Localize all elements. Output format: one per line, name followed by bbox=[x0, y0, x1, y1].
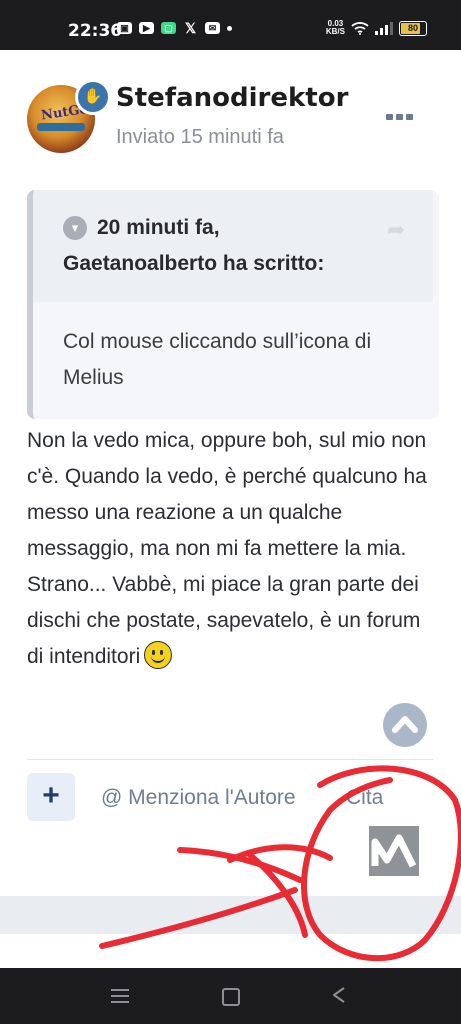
wifi-icon bbox=[351, 22, 369, 35]
battery-level: 80 bbox=[407, 22, 418, 33]
green-app-icon: ▢ bbox=[161, 22, 176, 34]
post-body: Non la vedo mica, oppure boh, sul mio no… bbox=[27, 423, 437, 675]
hand-icon: ✋ bbox=[75, 79, 111, 115]
signal-icon bbox=[375, 21, 393, 35]
system-icons: 0.03 KB/S 80 bbox=[326, 20, 427, 36]
mail-icon: ✉ bbox=[205, 22, 220, 34]
notification-icons: ▣ ▶ ▢ 𝕏 ✉ bbox=[117, 20, 232, 36]
status-bar: 22:36 ▣ ▶ ▢ 𝕏 ✉ 0.03 KB/S 80 bbox=[0, 0, 461, 50]
network-speed: 0.03 KB/S bbox=[326, 20, 345, 36]
arrow-up-icon[interactable] bbox=[383, 703, 427, 747]
recent-apps-button[interactable] bbox=[111, 989, 129, 1003]
back-button[interactable] bbox=[331, 986, 347, 1004]
more-notifications-icon bbox=[227, 25, 232, 31]
quote-text: Col mouse cliccando sull’icona di Melius bbox=[63, 330, 372, 389]
mention-author-button[interactable]: @ Menziona l'Autore bbox=[101, 786, 296, 810]
divider bbox=[27, 759, 433, 760]
more-icon[interactable] bbox=[386, 114, 413, 120]
quote-header[interactable] bbox=[33, 190, 433, 302]
quote-author: Gaetanoalberto ha scritto: bbox=[63, 252, 325, 275]
share-icon[interactable]: ➦ bbox=[387, 217, 405, 243]
post-body-text: Non la vedo mica, oppure boh, sul mio no… bbox=[27, 429, 427, 668]
quote-time: 20 minuti fa, bbox=[97, 216, 220, 239]
x-icon: 𝕏 bbox=[184, 20, 197, 36]
next-post-card bbox=[0, 934, 461, 968]
avatar-band bbox=[37, 123, 85, 131]
chevron-down-icon[interactable]: ▾ bbox=[63, 216, 87, 240]
network-speed-unit: KB/S bbox=[325, 27, 345, 36]
home-button[interactable] bbox=[222, 988, 240, 1006]
melius-logo-icon[interactable] bbox=[369, 826, 419, 876]
app-notification-icon: ▣ bbox=[117, 22, 132, 34]
post-timestamp[interactable]: Inviato 15 minuti fa bbox=[116, 126, 284, 149]
status-time: 22:36 bbox=[68, 21, 123, 41]
quote-button[interactable]: Cita bbox=[346, 786, 383, 810]
author-name[interactable]: Stefanodirektor bbox=[116, 83, 348, 113]
quote-block: ▾ 20 minuti fa, Gaetanoalberto ha scritt… bbox=[27, 190, 439, 419]
post-separator bbox=[0, 896, 461, 934]
youtube-icon: ▶ bbox=[139, 22, 154, 34]
battery-icon: 80 bbox=[399, 20, 427, 36]
add-button[interactable]: + bbox=[27, 773, 75, 821]
smiley-icon bbox=[144, 641, 173, 669]
